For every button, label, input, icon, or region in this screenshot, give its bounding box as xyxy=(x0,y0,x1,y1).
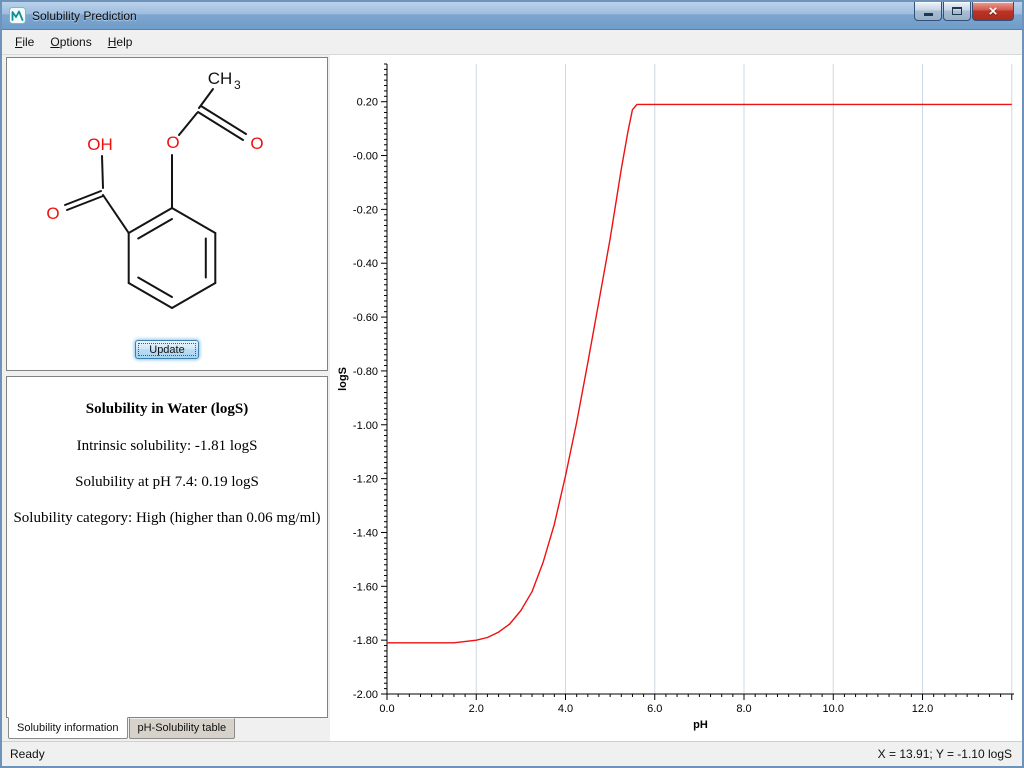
atom-label-ester-o: O xyxy=(166,133,179,152)
svg-text:logS: logS xyxy=(337,367,349,391)
svg-text:-0.40: -0.40 xyxy=(353,258,378,270)
svg-text:-1.00: -1.00 xyxy=(353,420,378,432)
minimize-icon xyxy=(924,13,933,16)
info-line: Solubility at pH 7.4: 0.19 logS xyxy=(13,474,321,491)
close-icon: × xyxy=(989,4,998,19)
update-button[interactable]: Update xyxy=(135,340,199,359)
svg-text:-0.20: -0.20 xyxy=(353,204,378,216)
svg-text:-1.40: -1.40 xyxy=(353,527,378,539)
molecule-canvas[interactable]: CH 3 OH O O O xyxy=(7,58,327,340)
svg-text:4.0: 4.0 xyxy=(558,703,573,715)
svg-text:-1.20: -1.20 xyxy=(353,474,378,486)
svg-text:-1.60: -1.60 xyxy=(353,581,378,593)
maximize-button[interactable] xyxy=(943,2,971,21)
svg-text:-0.80: -0.80 xyxy=(353,366,378,378)
svg-text:-2.00: -2.00 xyxy=(353,689,378,701)
maximize-icon xyxy=(952,7,962,15)
info-panel-title: Solubility in Water (logS) xyxy=(13,401,321,418)
svg-text:2.0: 2.0 xyxy=(469,703,484,715)
chart-panel: 0.20 -0.00 -0.20 -0.40 -0.60 -0.80 -1.00 -1.20 -… xyxy=(330,55,1022,741)
svg-text:-0.00: -0.00 xyxy=(353,151,378,163)
bottom-tabs: Solubility informationpH-Solubility tabl… xyxy=(6,718,328,741)
menu-file[interactable]: File xyxy=(7,31,42,53)
svg-text:-0.60: -0.60 xyxy=(353,312,378,324)
atom-label-acid-o: O xyxy=(46,204,59,223)
svg-text:8.0: 8.0 xyxy=(736,703,751,715)
title-bar[interactable]: Solubility Prediction × xyxy=(2,2,1022,30)
tab-solubility-information[interactable]: Solubility information xyxy=(8,717,128,739)
menu-bar: FileOptionsHelp xyxy=(2,30,1022,55)
svg-text:12.0: 12.0 xyxy=(912,703,933,715)
app-window: Solubility Prediction × FileOptionsHelp xyxy=(0,0,1024,768)
solubility-chart[interactable]: 0.20 -0.00 -0.20 -0.40 -0.60 -0.80 -1.00 -1.20 -… xyxy=(333,56,1021,740)
atom-label-methyl-sub: 3 xyxy=(234,78,241,92)
svg-text:10.0: 10.0 xyxy=(823,703,844,715)
menu-help[interactable]: Help xyxy=(100,31,141,53)
atom-label-hydroxyl: OH xyxy=(87,135,113,154)
left-column: CH 3 OH O O O Update Solubility in Water… xyxy=(2,55,330,741)
svg-text:0.20: 0.20 xyxy=(357,97,378,109)
tab-ph-solubility-table[interactable]: pH-Solubility table xyxy=(129,718,236,739)
menu-options[interactable]: Options xyxy=(42,31,99,53)
app-icon xyxy=(9,7,26,24)
atom-label-carbonyl-o: O xyxy=(250,134,263,153)
atom-label-methyl: CH xyxy=(208,69,233,88)
minimize-button[interactable] xyxy=(914,2,942,21)
main-content: CH 3 OH O O O Update Solubility in Water… xyxy=(2,55,1022,741)
svg-text:0.0: 0.0 xyxy=(379,703,394,715)
info-lines: Intrinsic solubility: -1.81 logS Solubili… xyxy=(13,438,321,527)
status-text: Ready xyxy=(10,747,45,761)
structure-panel: CH 3 OH O O O Update xyxy=(6,57,328,371)
update-row: Update xyxy=(7,340,327,368)
window-title: Solubility Prediction xyxy=(32,9,137,23)
cursor-readout: X = 13.91; Y = -1.10 logS xyxy=(878,747,1012,761)
svg-text:6.0: 6.0 xyxy=(647,703,662,715)
close-button[interactable]: × xyxy=(972,2,1014,21)
status-bar: Ready X = 13.91; Y = -1.10 logS xyxy=(2,741,1022,766)
window-controls: × xyxy=(914,2,1014,21)
svg-text:pH: pH xyxy=(693,719,708,731)
solubility-info-panel: Solubility in Water (logS) Intrinsic sol… xyxy=(6,376,328,718)
info-line: Intrinsic solubility: -1.81 logS xyxy=(13,438,321,455)
svg-text:-1.80: -1.80 xyxy=(353,635,378,647)
info-line: Solubility category: High (higher than 0… xyxy=(13,510,321,527)
